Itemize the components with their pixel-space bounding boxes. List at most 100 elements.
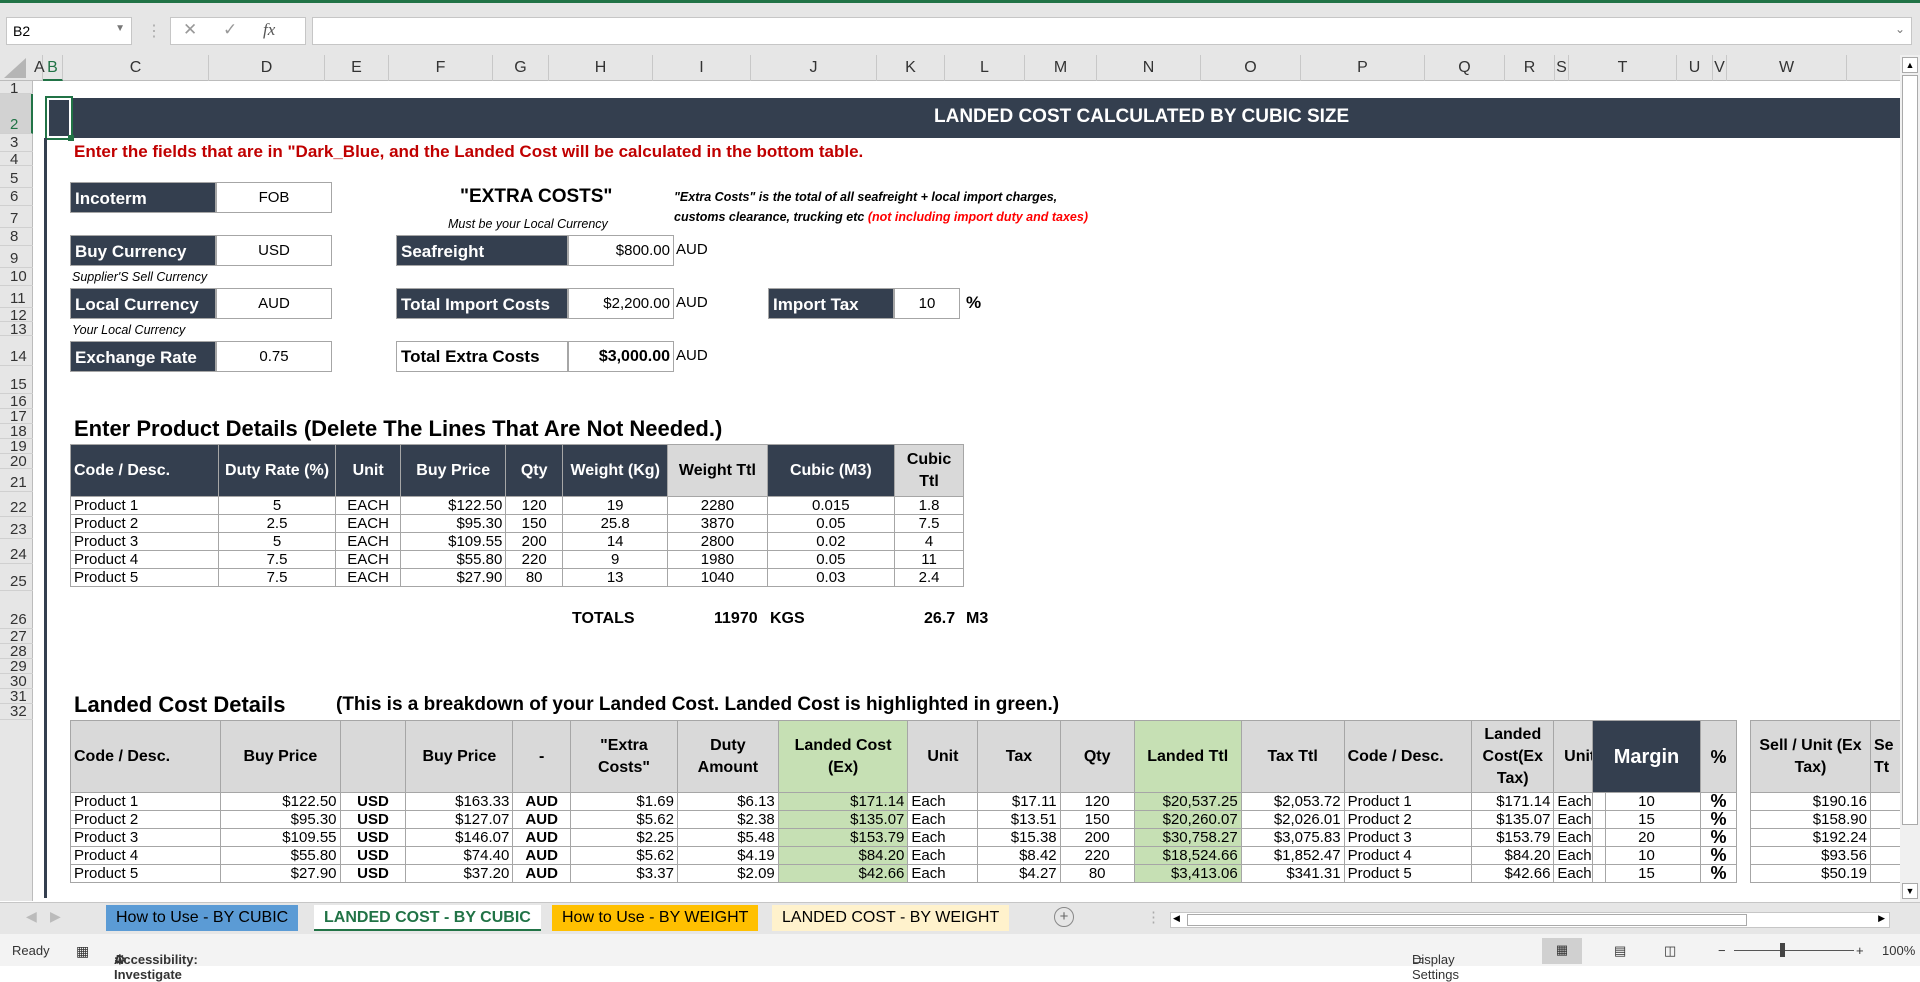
row-header-23[interactable]: 23 <box>0 517 33 539</box>
margin-input[interactable]: 20 <box>1592 828 1701 847</box>
product-cell[interactable]: Product 2 <box>70 514 219 533</box>
column-header-k[interactable]: K <box>877 55 945 81</box>
column-header-q[interactable]: Q <box>1425 55 1505 81</box>
product-cell[interactable]: 0.015 <box>766 496 896 515</box>
zoom-slider-thumb[interactable] <box>1780 943 1785 957</box>
product-cell[interactable]: $109.55 <box>400 532 507 551</box>
product-cell[interactable]: EACH <box>335 568 402 587</box>
product-cell[interactable]: 220 <box>505 550 564 569</box>
product-cell[interactable]: $55.80 <box>400 550 507 569</box>
column-header-d[interactable]: D <box>209 55 325 81</box>
row-header-11[interactable]: 11 <box>0 286 33 308</box>
zoom-slider-track[interactable] <box>1734 950 1854 951</box>
row-header-30[interactable]: 30 <box>0 674 33 689</box>
column-header-s[interactable]: S <box>1555 55 1569 81</box>
product-cell[interactable]: 0.02 <box>766 532 896 551</box>
select-all-button[interactable] <box>4 58 26 78</box>
vertical-scrollbar[interactable]: ▲ ▼ <box>1900 55 1920 902</box>
exchange-rate-field[interactable]: 0.75 <box>216 341 332 372</box>
row-header-4[interactable]: 4 <box>0 152 33 167</box>
vertical-scroll-thumb[interactable] <box>1902 75 1918 825</box>
product-cell[interactable]: 7.5 <box>217 550 337 569</box>
row-header-1[interactable]: 1 <box>0 81 33 96</box>
row-header-22[interactable]: 22 <box>0 492 33 517</box>
scroll-right-icon[interactable]: ▶ <box>1878 913 1885 924</box>
product-cell[interactable]: $95.30 <box>400 514 507 533</box>
row-header-25[interactable]: 25 <box>0 564 33 591</box>
product-cell[interactable]: 7.5 <box>217 568 337 587</box>
confirm-icon[interactable]: ✓ <box>223 20 237 40</box>
column-header-a[interactable]: A <box>34 55 45 81</box>
product-cell[interactable]: $122.50 <box>400 496 507 515</box>
column-header-t[interactable]: T <box>1569 55 1677 81</box>
expand-formula-icon[interactable]: ⌄ <box>1895 22 1905 36</box>
product-cell[interactable]: 5 <box>217 532 337 551</box>
row-header-27[interactable]: 27 <box>0 629 33 644</box>
row-header-18[interactable]: 18 <box>0 424 33 439</box>
drag-handle-icon[interactable]: ⋮ <box>146 21 162 41</box>
local-currency-field[interactable]: AUD <box>216 288 332 319</box>
sheet-tab-0[interactable]: How to Use - BY CUBIC <box>106 905 299 931</box>
column-header-h[interactable]: H <box>549 55 653 81</box>
row-header-7[interactable]: 7 <box>0 206 33 228</box>
horizontal-scrollbar[interactable]: ◀ ▶ <box>1170 912 1890 928</box>
row-header-12[interactable]: 12 <box>0 308 33 323</box>
margin-input[interactable]: 15 <box>1592 810 1701 829</box>
column-header-v[interactable]: V <box>1713 55 1727 81</box>
product-cell[interactable]: 1040 <box>667 568 768 587</box>
cancel-icon[interactable]: ✕ <box>183 20 197 40</box>
row-header-2[interactable]: 2 <box>0 94 33 134</box>
row-header-9[interactable]: 9 <box>0 246 33 268</box>
row-header-31[interactable]: 31 <box>0 689 33 704</box>
total-import-field[interactable]: $2,200.00 <box>568 288 674 319</box>
row-header-17[interactable]: 17 <box>0 409 33 424</box>
row-header-24[interactable]: 24 <box>0 539 33 564</box>
sheet-tab-3[interactable]: LANDED COST - BY WEIGHT <box>772 905 1010 931</box>
incoterm-field[interactable]: FOB <box>216 182 332 213</box>
name-box[interactable]: B2 ▼ <box>6 17 132 45</box>
product-cell[interactable]: EACH <box>335 514 402 533</box>
tab-scroll-left-icon[interactable]: ◀ <box>26 908 37 925</box>
zoom-level[interactable]: 100% <box>1882 943 1915 958</box>
product-cell[interactable]: 2.4 <box>894 568 964 587</box>
row-header-6[interactable]: 6 <box>0 188 33 206</box>
margin-input[interactable]: 10 <box>1592 792 1701 811</box>
normal-view-icon[interactable]: ▦ <box>1542 938 1582 964</box>
row-header-5[interactable]: 5 <box>0 166 33 188</box>
scroll-down-icon[interactable]: ▼ <box>1902 883 1918 899</box>
product-cell[interactable]: $27.90 <box>400 568 507 587</box>
chevron-down-icon[interactable]: ▼ <box>115 23 125 34</box>
function-icon[interactable]: fx <box>263 20 275 40</box>
column-header-e[interactable]: E <box>325 55 389 81</box>
product-cell[interactable]: 19 <box>562 496 669 515</box>
product-cell[interactable]: Product 4 <box>70 550 219 569</box>
selected-cell-b2[interactable] <box>45 96 74 141</box>
margin-input[interactable]: 15 <box>1592 864 1701 883</box>
product-cell[interactable]: EACH <box>335 532 402 551</box>
row-header-28[interactable]: 28 <box>0 644 33 659</box>
column-header-c[interactable]: C <box>63 55 209 81</box>
product-cell[interactable]: 120 <box>505 496 564 515</box>
row-header-13[interactable]: 13 <box>0 322 33 337</box>
margin-input[interactable]: 10 <box>1592 846 1701 865</box>
column-header-o[interactable]: O <box>1201 55 1301 81</box>
zoom-out-icon[interactable]: − <box>1718 943 1726 958</box>
column-header-i[interactable]: I <box>653 55 751 81</box>
column-header-b[interactable]: B <box>43 55 63 81</box>
product-cell[interactable]: 2.5 <box>217 514 337 533</box>
column-header-n[interactable]: N <box>1097 55 1201 81</box>
product-cell[interactable]: 3870 <box>667 514 768 533</box>
buy-currency-field[interactable]: USD <box>216 235 332 266</box>
product-cell[interactable]: 13 <box>562 568 669 587</box>
column-header-r[interactable]: R <box>1505 55 1555 81</box>
row-header-10[interactable]: 10 <box>0 268 33 286</box>
scroll-up-icon[interactable]: ▲ <box>1902 57 1918 73</box>
product-cell[interactable]: EACH <box>335 550 402 569</box>
product-cell[interactable]: 0.05 <box>766 514 896 533</box>
product-cell[interactable]: 14 <box>562 532 669 551</box>
macro-recorder-icon[interactable]: ▦ <box>76 943 89 960</box>
sheet-tab-1[interactable]: LANDED COST - BY CUBIC <box>314 905 541 931</box>
product-cell[interactable]: 0.05 <box>766 550 896 569</box>
product-cell[interactable]: 0.03 <box>766 568 896 587</box>
row-header-16[interactable]: 16 <box>0 394 33 409</box>
